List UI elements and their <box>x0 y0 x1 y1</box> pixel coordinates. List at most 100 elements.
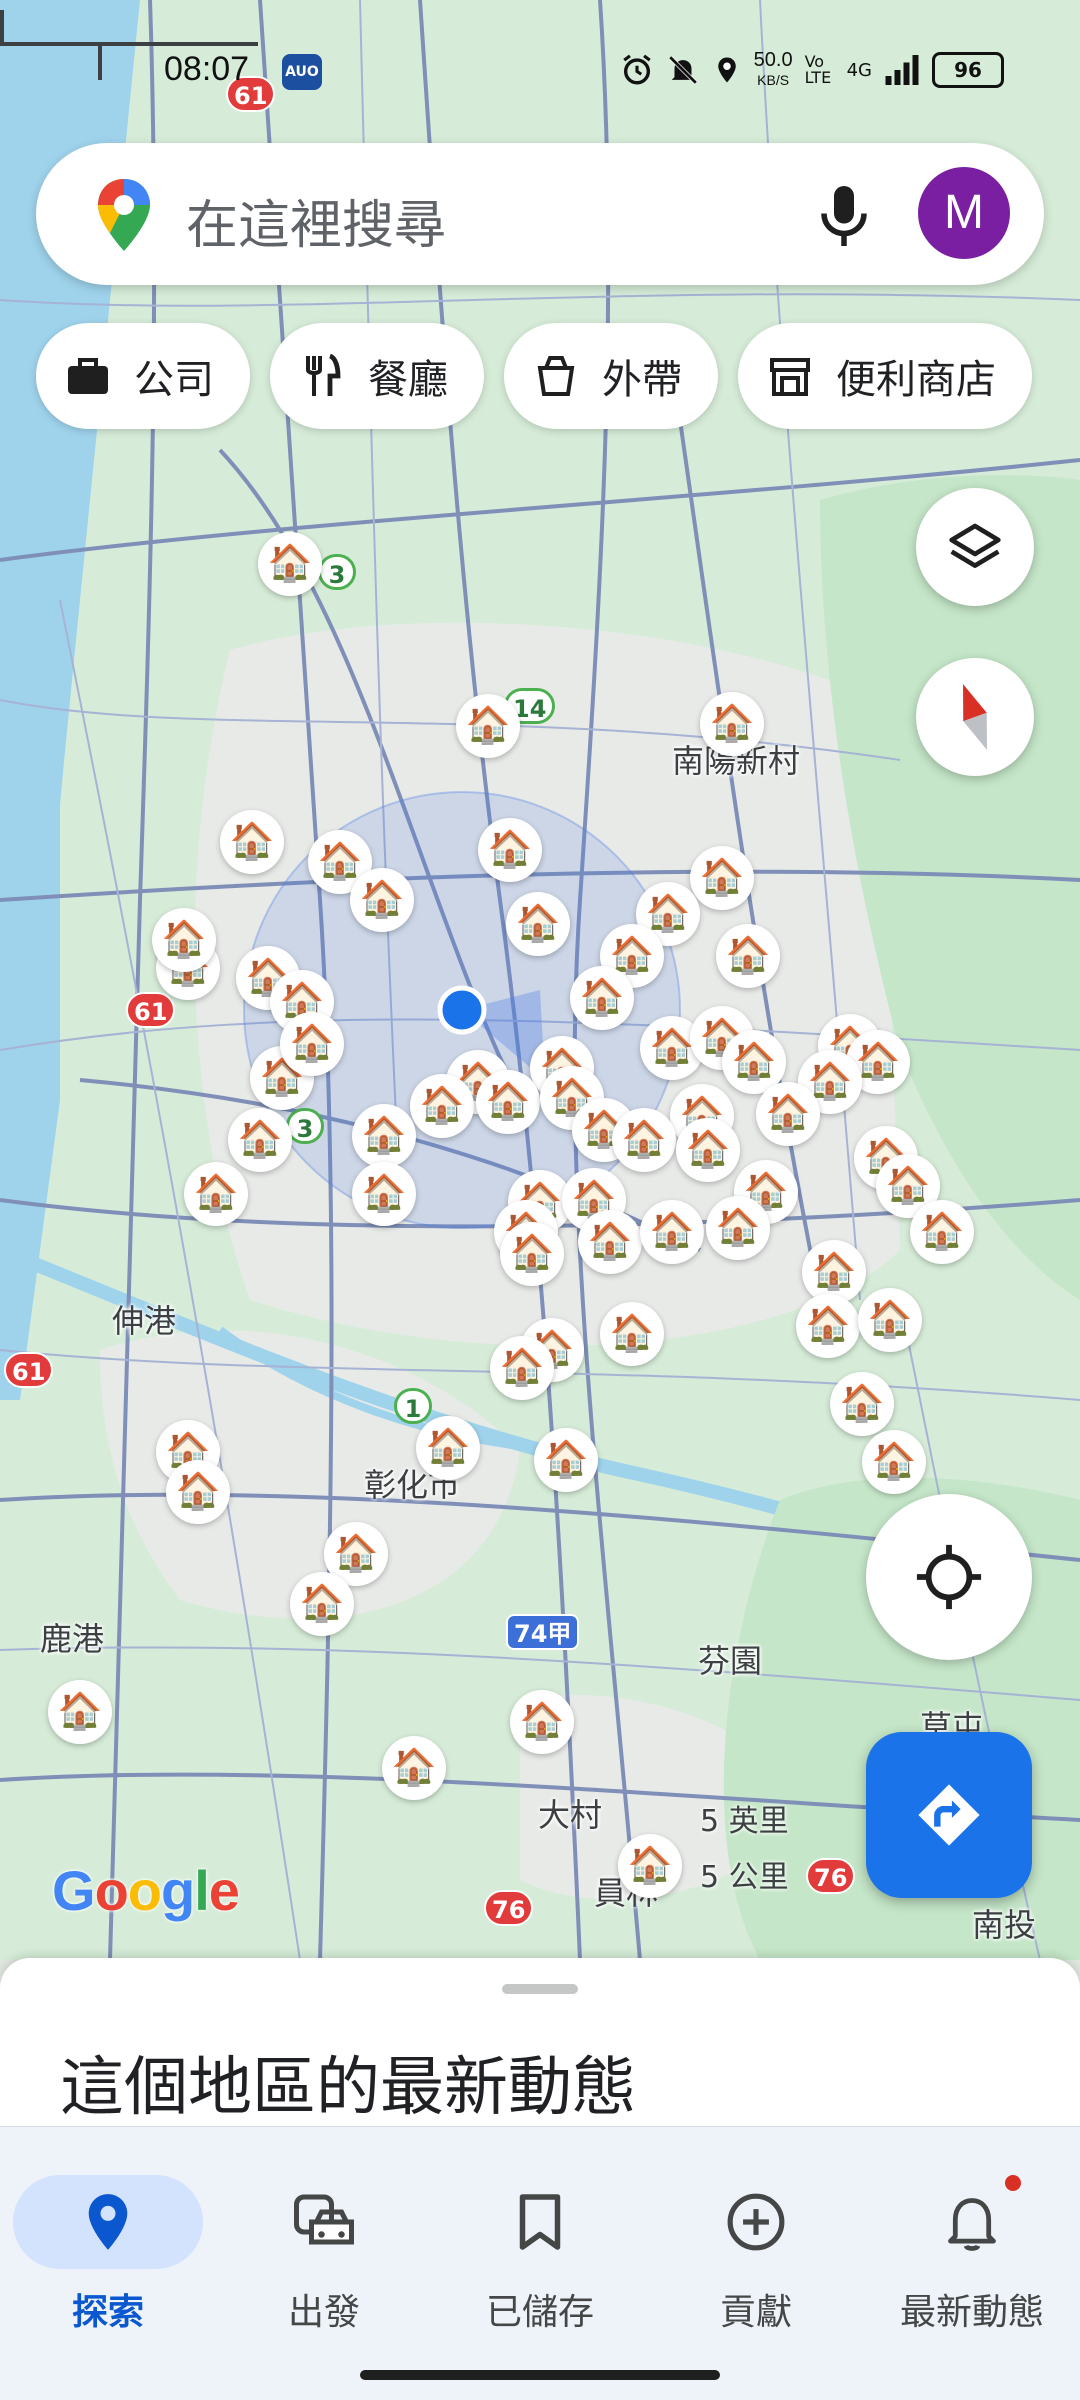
microphone-icon[interactable] <box>814 181 874 251</box>
directions-button[interactable] <box>866 1732 1032 1898</box>
add-circle-icon <box>727 2193 785 2251</box>
bell-icon <box>948 2198 996 2251</box>
nav-label: 探索 <box>71 2292 144 2333</box>
home-icon[interactable]: 🏠 <box>456 694 520 758</box>
home-icon[interactable]: 🏠 <box>352 1162 416 1226</box>
directions-icon <box>918 1784 980 1846</box>
home-icon[interactable]: 🏠 <box>184 1162 248 1226</box>
latest-updates-sheet[interactable]: 這個地區的最新動態 <box>0 1958 1080 2128</box>
signal-icon <box>885 55 919 85</box>
network-speed: 50.0 KB/S <box>754 50 793 90</box>
route-shield: 1 <box>394 1388 432 1424</box>
nav-label: 貢獻 <box>719 2292 792 2333</box>
status-icons: 50.0 KB/S Vo LTE 4G 96 <box>620 50 1004 90</box>
home-icon[interactable]: 🏠 <box>534 1428 598 1492</box>
battery-indicator: 96 <box>932 52 1004 88</box>
chip-restaurant[interactable]: 餐廳 <box>270 323 484 429</box>
sheet-drag-handle[interactable] <box>502 1984 578 1994</box>
home-icon[interactable]: 🏠 <box>858 1288 922 1352</box>
home-icon[interactable]: 🏠 <box>716 924 780 988</box>
search-bar[interactable]: 在這裡搜尋 M <box>36 143 1044 285</box>
home-icon[interactable]: 🏠 <box>476 1070 540 1134</box>
home-icon[interactable]: 🏠 <box>700 692 764 756</box>
nav-label: 最新動態 <box>899 2292 1044 2333</box>
home-icon[interactable]: 🏠 <box>506 892 570 956</box>
place-fenyuan[interactable]: 芬園 <box>698 1636 762 1682</box>
place-dacun[interactable]: 大村 <box>538 1790 602 1836</box>
volte-label: Vo LTE <box>804 52 832 87</box>
home-icon[interactable]: 🏠 <box>830 1372 894 1436</box>
home-icon[interactable]: 🏠 <box>600 1302 664 1366</box>
chip-label: 外帶 <box>602 357 682 403</box>
home-icon[interactable]: 🏠 <box>862 1430 926 1494</box>
nav-saved[interactable]: 已儲存 <box>432 2175 648 2335</box>
sheet-title: 這個地區的最新動態 <box>60 2051 636 2125</box>
map-canvas[interactable]: 南陽新村 伸港 彰化市 鹿港 芬園 草屯 大村 員林 南投 61 61 61 7… <box>0 0 1080 1960</box>
search-input[interactable]: 在這裡搜尋 <box>186 183 446 258</box>
nav-label: 已儲存 <box>485 2292 594 2333</box>
home-icon[interactable]: 🏠 <box>290 1572 354 1636</box>
chip-company[interactable]: 公司 <box>36 323 250 429</box>
home-icon[interactable]: 🏠 <box>228 1108 292 1172</box>
nav-explore[interactable]: 探索 <box>0 2175 216 2335</box>
place-nantou[interactable]: 南投 <box>972 1900 1036 1946</box>
compass-button[interactable] <box>916 658 1034 776</box>
home-icon[interactable]: 🏠 <box>258 532 322 596</box>
home-icon[interactable]: 🏠 <box>382 1736 446 1800</box>
home-icon[interactable]: 🏠 <box>410 1074 474 1138</box>
home-icon[interactable]: 🏠 <box>352 1104 416 1168</box>
home-icon[interactable]: 🏠 <box>510 1690 574 1754</box>
home-icon[interactable]: 🏠 <box>618 1834 682 1898</box>
gesture-bar[interactable] <box>360 2370 720 2380</box>
avatar[interactable]: M <box>918 167 1010 259</box>
home-icon[interactable]: 🏠 <box>640 1200 704 1264</box>
google-maps-logo-icon <box>98 179 150 251</box>
home-icon[interactable]: 🏠 <box>490 1336 554 1400</box>
crosshair-icon <box>916 1544 982 1610</box>
home-icon[interactable]: 🏠 <box>280 1012 344 1076</box>
chip-label: 便利商店 <box>836 357 996 403</box>
place-shengang[interactable]: 伸港 <box>112 1296 176 1342</box>
home-icon[interactable]: 🏠 <box>756 1082 820 1146</box>
home-icon[interactable]: 🏠 <box>690 846 754 910</box>
status-bar: 08:07 AUO 50.0 KB/S Vo LTE 4G 96 <box>0 0 1080 140</box>
layers-button[interactable] <box>916 488 1034 606</box>
chip-takeout[interactable]: 外帶 <box>504 323 718 429</box>
home-icon[interactable]: 🏠 <box>166 1460 230 1524</box>
home-icon[interactable]: 🏠 <box>676 1118 740 1182</box>
restaurant-icon <box>306 353 341 396</box>
route-shield: 61 <box>126 992 176 1028</box>
nav-updates[interactable]: 最新動態 <box>864 2175 1080 2335</box>
chip-label: 公司 <box>134 357 214 403</box>
home-icon[interactable]: 🏠 <box>796 1294 860 1358</box>
nav-commute[interactable]: 出發 <box>216 2175 432 2335</box>
screen: 南陽新村 伸港 彰化市 鹿港 芬園 草屯 大村 員林 南投 61 61 61 7… <box>0 0 1080 2400</box>
home-icon[interactable]: 🏠 <box>416 1416 480 1480</box>
route-shield: 76 <box>484 1890 534 1926</box>
route-shield: 74甲 <box>506 1614 580 1650</box>
briefcase-icon <box>68 358 108 394</box>
home-icon[interactable]: 🏠 <box>578 1210 642 1274</box>
home-icon[interactable]: 🏠 <box>500 1222 564 1286</box>
home-icon[interactable]: 🏠 <box>478 818 542 882</box>
home-icon[interactable]: 🏠 <box>612 1108 676 1172</box>
net-speed-unit: KB/S <box>757 72 790 88</box>
nav-icon-container <box>229 2175 419 2269</box>
chip-label: 餐廳 <box>368 357 448 403</box>
home-icon[interactable]: 🏠 <box>48 1680 112 1744</box>
nav-label: 出發 <box>287 2292 360 2333</box>
my-location-button[interactable] <box>866 1494 1032 1660</box>
home-icon[interactable]: 🏠 <box>350 868 414 932</box>
home-icon[interactable]: 🏠 <box>910 1200 974 1264</box>
home-icon[interactable]: 🏠 <box>570 966 634 1030</box>
home-icon[interactable]: 🏠 <box>220 810 284 874</box>
nav-contribute[interactable]: 貢獻 <box>648 2175 864 2335</box>
home-icon[interactable]: 🏠 <box>152 908 216 972</box>
app-notification-icon: AUO <box>282 54 322 90</box>
takeout-icon <box>537 356 575 396</box>
bell-muted-icon <box>668 55 697 85</box>
chip-convenience-store[interactable]: 便利商店 <box>738 323 1032 429</box>
home-icon[interactable]: 🏠 <box>706 1196 770 1260</box>
location-icon <box>717 57 736 83</box>
place-lukang[interactable]: 鹿港 <box>40 1614 104 1660</box>
